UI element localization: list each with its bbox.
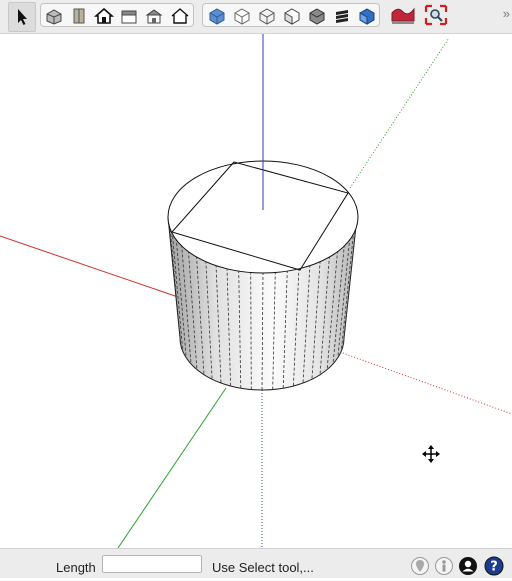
shaded-textures-style-button[interactable] bbox=[306, 6, 328, 26]
user-account-button[interactable] bbox=[458, 556, 478, 576]
left-view-icon bbox=[171, 8, 189, 24]
top-view-icon bbox=[73, 8, 85, 24]
shaded-textures-style-icon bbox=[309, 8, 325, 25]
green-axis-dotted bbox=[349, 37, 450, 189]
shaded-style-button[interactable] bbox=[281, 6, 303, 26]
hidden-line-style-button[interactable] bbox=[256, 6, 278, 26]
credits-button[interactable] bbox=[434, 556, 454, 576]
credits-icon bbox=[435, 557, 453, 575]
zoom-extents-icon bbox=[424, 4, 448, 26]
shaded-style-icon bbox=[284, 8, 300, 25]
back-edges-style-icon bbox=[359, 8, 375, 25]
styles-toolbar bbox=[202, 3, 380, 27]
move-cursor-icon bbox=[422, 445, 440, 463]
geo-location-button[interactable] bbox=[410, 556, 430, 576]
iso-view-icon bbox=[46, 9, 62, 25]
back-edges-style-button[interactable] bbox=[356, 6, 378, 26]
status-bar: Length Use Select tool,... ? bbox=[0, 548, 512, 578]
select-arrow-icon bbox=[18, 9, 27, 25]
red-axis-solid bbox=[0, 235, 179, 298]
wireframe-style-icon bbox=[234, 8, 250, 25]
geo-location-icon bbox=[411, 557, 429, 575]
monochrome-style-button[interactable] bbox=[331, 6, 353, 26]
front-view-icon bbox=[93, 7, 115, 24]
wireframe-style-button[interactable] bbox=[231, 6, 253, 26]
top-view-button[interactable] bbox=[68, 6, 90, 26]
right-view-icon bbox=[121, 10, 137, 24]
front-view-button[interactable] bbox=[93, 6, 115, 26]
hidden-line-style-icon bbox=[259, 8, 275, 25]
right-view-button[interactable] bbox=[118, 6, 140, 26]
length-label: Length bbox=[56, 560, 96, 575]
model-viewport[interactable] bbox=[0, 34, 512, 549]
zoom-extents-button[interactable] bbox=[423, 3, 449, 27]
svg-text:?: ? bbox=[490, 560, 498, 575]
back-view-icon bbox=[145, 9, 163, 24]
red-axis-dotted bbox=[339, 351, 512, 415]
user-account-icon bbox=[459, 557, 477, 575]
xray-style-button[interactable] bbox=[206, 6, 228, 26]
back-view-button[interactable] bbox=[143, 6, 165, 26]
green-axis-solid bbox=[117, 387, 227, 549]
left-view-button[interactable] bbox=[169, 6, 191, 26]
select-tool-button[interactable] bbox=[8, 2, 36, 32]
help-button[interactable]: ? bbox=[484, 556, 504, 576]
sandbox-terrain-button[interactable] bbox=[390, 3, 416, 27]
toolbar-overflow-button[interactable]: » bbox=[503, 6, 510, 21]
length-input[interactable] bbox=[102, 555, 202, 573]
toolbar: » bbox=[0, 0, 512, 34]
monochrome-style-icon bbox=[336, 10, 348, 23]
xray-style-icon bbox=[209, 8, 225, 25]
viewport-canvas bbox=[0, 34, 512, 549]
views-toolbar bbox=[40, 3, 194, 27]
status-hint-text: Use Select tool,... bbox=[212, 560, 314, 575]
iso-view-button[interactable] bbox=[43, 6, 65, 26]
sandbox-terrain-icon bbox=[391, 7, 415, 24]
help-icon: ? bbox=[484, 556, 504, 576]
